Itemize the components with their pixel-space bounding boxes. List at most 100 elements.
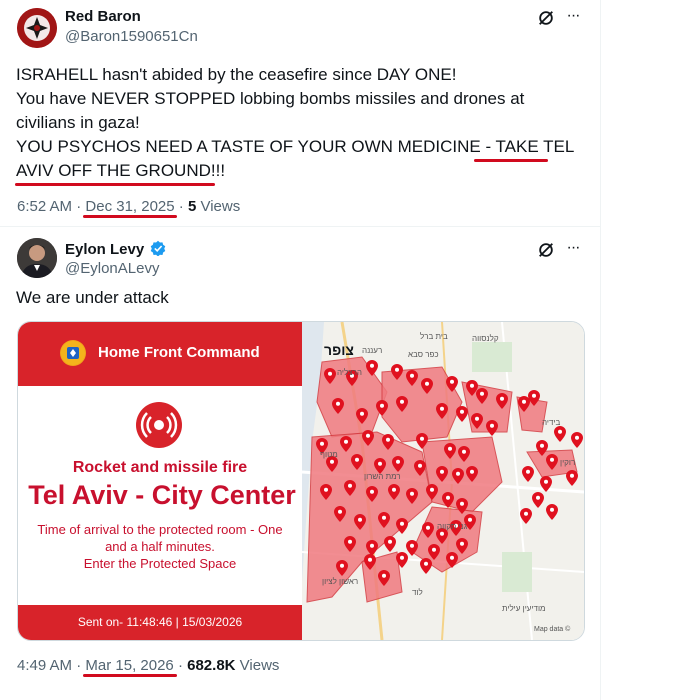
- map-pin-icon: [554, 426, 566, 447]
- map-pin-icon: [442, 492, 454, 513]
- views-count: 682.8K: [187, 657, 236, 674]
- alert-header-title: Home Front Command: [98, 344, 260, 361]
- map-pin-icon: [546, 454, 558, 475]
- tweet-time[interactable]: 4:49 AM: [17, 657, 72, 674]
- red-annotation-underline: [83, 215, 177, 218]
- tweet-media-image[interactable]: Home Front Command Rocket and missile fi…: [17, 321, 585, 641]
- grok-icon[interactable]: [536, 8, 556, 28]
- map-pin-icon: [391, 364, 403, 385]
- map-pin-icon: [422, 522, 434, 543]
- map-pin-icon: [426, 484, 438, 505]
- tweet-line: You have NEVER STOPPED lobbing bombs mis…: [16, 89, 525, 108]
- author-handle[interactable]: @Baron1590651Cn: [65, 28, 198, 45]
- map-pin-icon: [466, 466, 478, 487]
- map-pin-icon: [364, 554, 376, 575]
- alert-instruction-line: and a half minutes.: [105, 539, 215, 554]
- map-pin-icon: [366, 360, 378, 381]
- tweet-line: ISRAHELL hasn't abided by the ceasefire …: [16, 65, 457, 84]
- tweet-line: AVIV OFF THE GROUND!!!: [16, 161, 226, 180]
- home-front-alert-card: Home Front Command Rocket and missile fi…: [18, 322, 302, 640]
- map-pin-icon: [420, 558, 432, 579]
- map-pin-icon: [388, 484, 400, 505]
- map-pin-icon: [378, 570, 390, 591]
- map-pin-icon: [351, 454, 363, 475]
- alert-instruction-line: Time of arrival to the protected room - …: [37, 522, 283, 537]
- tweet-meta: 6:52 AM · Dec 31, 2025 · 5 Views: [17, 198, 240, 215]
- map-city-label: צופר: [324, 342, 354, 358]
- red-annotation-underline: [15, 183, 215, 186]
- map-pin-icon: [471, 413, 483, 434]
- map-place-label: כפר סבא: [408, 350, 439, 359]
- more-options-icon[interactable]: ···: [563, 6, 583, 26]
- map-pin-icon: [566, 470, 578, 491]
- map-place-label: הרצליה: [337, 368, 362, 377]
- tweet-divider: [0, 226, 600, 227]
- author-name[interactable]: Red Baron: [65, 8, 141, 25]
- map-pin-icon: [571, 432, 583, 453]
- tweet-body: ISRAHELL hasn't abided by the ceasefire …: [16, 63, 586, 183]
- home-front-command-logo-icon: [60, 340, 86, 366]
- map-place-label: מטוף: [320, 450, 338, 459]
- views-label: Views: [239, 657, 280, 674]
- views-count: 5: [187, 198, 197, 215]
- tweet-date[interactable]: Dec 31, 2025: [85, 198, 174, 215]
- map-pin-icon: [532, 492, 544, 513]
- map-pin-icon: [452, 468, 464, 489]
- map-pin-icon: [414, 460, 426, 481]
- map-pin-icon: [406, 370, 418, 391]
- map-pin-icon: [446, 552, 458, 573]
- broadcast-siren-icon: [136, 402, 182, 448]
- column-border: [600, 0, 601, 700]
- map-pin-icon: [496, 393, 508, 414]
- map-pin-icon: [396, 518, 408, 539]
- tweet-time[interactable]: 6:52 AM: [17, 198, 72, 215]
- map-pin-icon: [396, 552, 408, 573]
- avatar-red-baron[interactable]: [17, 8, 57, 48]
- map-pin-icon: [332, 398, 344, 419]
- map-pin-icon: [362, 430, 374, 451]
- more-options-icon[interactable]: ···: [563, 238, 583, 258]
- tweet-body: We are under attack: [16, 288, 169, 307]
- map-pin-icon: [446, 376, 458, 397]
- grok-icon[interactable]: [536, 240, 556, 260]
- separator-dot: ·: [177, 657, 183, 674]
- map-pin-icon: [326, 456, 338, 477]
- map-pin-icon: [378, 512, 390, 533]
- map-pin-icon: [421, 378, 433, 399]
- map-pin-icon: [344, 536, 356, 557]
- map-pin-icon: [334, 506, 346, 527]
- map-pin-icon: [528, 390, 540, 411]
- tweet-line: YOU PSYCHOS NEED A TASTE OF YOUR OWN MED…: [16, 137, 575, 156]
- alert-instructions: Time of arrival to the protected room - …: [18, 521, 302, 572]
- person-photo-icon: [17, 238, 57, 278]
- tweet-date[interactable]: Mar 15, 2026: [85, 657, 173, 674]
- map-pin-icon: [320, 484, 332, 505]
- alert-instruction-line: Enter the Protected Space: [83, 556, 237, 571]
- map-place-label: קלנסווה: [472, 334, 499, 343]
- map-pin-icon: [416, 433, 428, 454]
- map-place-label: לוד: [412, 588, 423, 597]
- alert-location: Tel Aviv - City Center: [28, 480, 296, 510]
- map-place-label: בית ברל: [420, 332, 448, 341]
- map-pin-icon: [546, 504, 558, 525]
- tweet-meta: 4:49 AM · Mar 15, 2026 · 682.8K Views: [17, 657, 279, 674]
- map-pin-icon: [376, 400, 388, 421]
- map-place-label: רעננה: [362, 346, 383, 355]
- map-pin-icon: [396, 396, 408, 417]
- author-name-text: Eylon Levy: [65, 241, 145, 258]
- alert-sent-time: Sent on- 11:48:46 | 15/03/2026: [77, 615, 243, 629]
- iron-cross-avatar-icon: [17, 8, 57, 48]
- verified-badge-icon: [151, 240, 166, 257]
- author-handle[interactable]: @EylonALevy: [65, 260, 159, 277]
- map-pin-icon: [444, 443, 456, 464]
- map-pin-icon: [436, 403, 448, 424]
- tweet-line: civilians in gaza!: [16, 113, 140, 132]
- author-name[interactable]: Eylon Levy: [65, 240, 166, 258]
- map-pin-icon: [382, 434, 394, 455]
- map-pin-icon: [458, 446, 470, 467]
- map-attribution: Map data ©: [534, 626, 571, 633]
- avatar-eylon-levy[interactable]: [17, 238, 57, 278]
- map-pin-icon: [406, 488, 418, 509]
- map-pin-icon: [522, 466, 534, 487]
- alert-map: צופר בית ברל קלנסווה רעננה כפר סבא הרצלי…: [302, 322, 584, 640]
